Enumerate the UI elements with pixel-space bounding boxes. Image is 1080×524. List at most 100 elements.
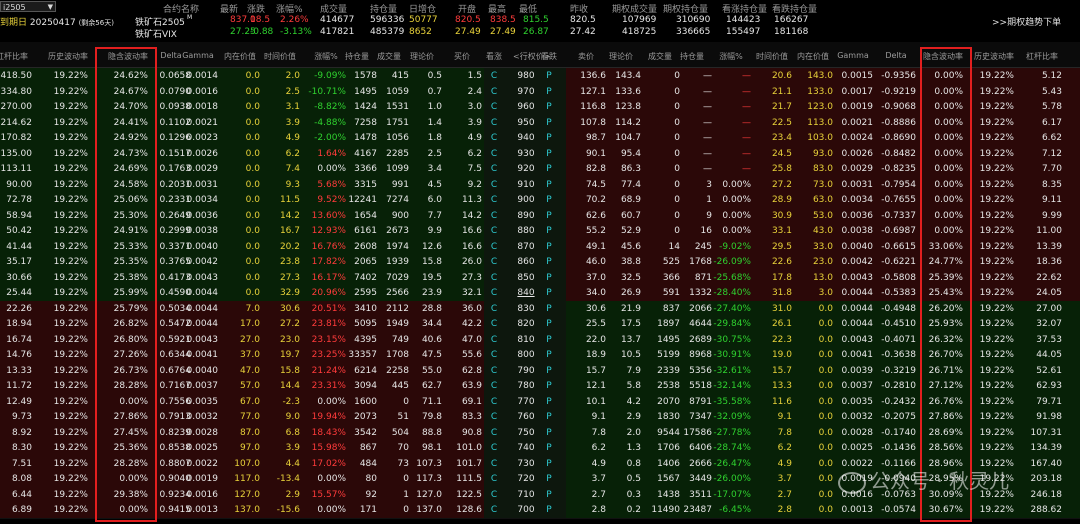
strike-price[interactable]: 770 <box>515 395 537 409</box>
strike-price[interactable]: 760 <box>515 410 537 424</box>
table-row[interactable]: 50.42 19.22% 24.91% 0.2999 0.0038 0.0 16.7 12.9… <box>0 223 1080 240</box>
column-header[interactable]: 时间价值 <box>749 51 795 62</box>
column-header[interactable]: Delta <box>873 51 919 60</box>
table-cell[interactable]: 27.3 <box>430 271 482 285</box>
strike-price[interactable]: 840 <box>515 286 537 300</box>
table-cell[interactable]: 1.5 <box>430 69 482 83</box>
strike-price[interactable]: 880 <box>515 224 537 238</box>
strike-price[interactable]: 920 <box>515 162 537 176</box>
table-row[interactable]: 11.72 19.22% 28.28% 0.7167 0.0037 57.0 14.4 23.… <box>0 378 1080 395</box>
table-row[interactable]: 113.11 19.22% 24.69% 0.1763 0.0029 0.0 7.4 0.00… <box>0 161 1080 178</box>
column-header[interactable]: 涨幅% <box>708 51 754 62</box>
table-cell[interactable]: 69.1 <box>430 395 482 409</box>
strike-price[interactable]: 890 <box>515 209 537 223</box>
column-header[interactable]: 时间价值 <box>257 51 303 62</box>
table-cell[interactable]: 6.2 <box>430 147 482 161</box>
table-cell[interactable]: 128.6 <box>430 503 482 517</box>
table-cell[interactable]: 55.6 <box>430 348 482 362</box>
strike-price[interactable]: 700 <box>515 503 537 517</box>
column-header[interactable]: 看涨 <box>481 51 507 62</box>
strike-price[interactable]: 860 <box>515 255 537 269</box>
option-trend-order-button[interactable]: >>期权趋势下单 <box>992 15 1061 28</box>
table-row[interactable]: 18.94 19.22% 26.82% 0.5472 0.0044 17.0 27.2 23.… <box>0 316 1080 333</box>
table-row[interactable]: 135.00 19.22% 24.73% 0.1517 0.0026 0.0 6.2 1.64… <box>0 145 1080 162</box>
table-cell[interactable]: 26.0 <box>430 255 482 269</box>
table-row[interactable]: 41.44 19.22% 25.33% 0.3371 0.0040 0.0 20.2 16.7… <box>0 238 1080 255</box>
column-header[interactable]: Gamma <box>830 51 876 60</box>
strike-price[interactable]: 780 <box>515 379 537 393</box>
strike-price[interactable]: 830 <box>515 302 537 316</box>
table-row[interactable]: 90.00 19.22% 24.58% 0.2031 0.0031 0.0 9.3 5.68%… <box>0 176 1080 193</box>
strike-price[interactable]: 750 <box>515 426 537 440</box>
table-cell[interactable]: 7.5 <box>430 162 482 176</box>
table-cell[interactable]: 3.9 <box>430 116 482 130</box>
table-cell[interactable]: 16.6 <box>430 224 482 238</box>
table-row[interactable]: 170.82 19.22% 24.92% 0.1296 0.0023 0.0 4.9 -2.0… <box>0 130 1080 147</box>
table-cell[interactable]: 101.7 <box>430 457 482 471</box>
strike-price[interactable]: 960 <box>515 100 537 114</box>
strike-price[interactable]: 970 <box>515 85 537 99</box>
table-row[interactable]: 35.17 19.22% 25.35% 0.3765 0.0042 0.0 23.8 17.8… <box>0 254 1080 271</box>
strike-price[interactable]: 930 <box>515 147 537 161</box>
table-row[interactable]: 8.30 19.22% 25.36% 0.8538 0.0025 97.0 3.9 15.98… <box>0 440 1080 457</box>
table-row[interactable]: 9.73 19.22% 27.86% 0.7913 0.0032 77.0 9.0 19.94… <box>0 409 1080 426</box>
strike-price[interactable]: 790 <box>515 364 537 378</box>
table-row[interactable]: 72.78 19.22% 25.06% 0.2331 0.0034 0.0 11.5 9.52… <box>0 192 1080 209</box>
table-cell[interactable]: 90.8 <box>430 426 482 440</box>
strike-price[interactable]: 870 <box>515 240 537 254</box>
table-cell[interactable]: 3.0 <box>430 100 482 114</box>
table-cell[interactable]: 4.9 <box>430 131 482 145</box>
column-header[interactable]: 历史波动率 <box>971 51 1017 62</box>
strike-price[interactable]: 980 <box>515 69 537 83</box>
table-row[interactable]: 58.94 19.22% 25.30% 0.2649 0.0036 0.0 14.2 13.6… <box>0 207 1080 224</box>
table-row[interactable]: 16.74 19.22% 26.80% 0.5921 0.0043 27.0 23.0 23.… <box>0 331 1080 348</box>
strike-price[interactable]: 910 <box>515 178 537 192</box>
table-cell[interactable]: 32.1 <box>430 286 482 300</box>
column-header[interactable]: 买价 <box>439 51 485 62</box>
table-row[interactable]: 270.00 19.22% 24.70% 0.0938 0.0018 0.0 3.1 -8.8… <box>0 99 1080 116</box>
table-cell[interactable]: 47.0 <box>430 333 482 347</box>
column-header[interactable]: Gamma <box>175 51 221 60</box>
table-row[interactable]: 12.49 19.22% 0.00% 0.7556 0.0035 67.0 -2.3 0.00… <box>0 393 1080 410</box>
strike-price[interactable]: 820 <box>515 317 537 331</box>
strike-price[interactable]: 950 <box>515 116 537 130</box>
strike-price[interactable]: 740 <box>515 441 537 455</box>
table-row[interactable]: 30.66 19.22% 25.38% 0.4173 0.0043 0.0 27.3 16.1… <box>0 269 1080 286</box>
table-cell[interactable]: 9.2 <box>430 178 482 192</box>
table-cell[interactable]: 62.8 <box>430 364 482 378</box>
instrument-select[interactable]: i2505 ▼ <box>0 1 56 12</box>
table-cell[interactable]: 111.5 <box>430 472 482 486</box>
strike-price[interactable]: 850 <box>515 271 537 285</box>
table-cell[interactable]: 63.9 <box>430 379 482 393</box>
column-header[interactable]: 隐含波动率 <box>105 51 151 62</box>
table-cell[interactable]: 36.0 <box>430 302 482 316</box>
strike-price[interactable]: 730 <box>515 457 537 471</box>
strike-price[interactable]: 720 <box>515 472 537 486</box>
strike-price[interactable]: 810 <box>515 333 537 347</box>
table-row[interactable]: 334.80 19.22% 24.67% 0.0790 0.0016 0.0 2.5 -10.… <box>0 83 1080 100</box>
table-row[interactable]: 6.89 19.22% 0.00% 0.9415 0.0013 137.0 -15.6 0.0… <box>0 502 1080 519</box>
table-row[interactable]: 14.76 19.22% 27.26% 0.6344 0.0041 37.0 19.7 23.… <box>0 347 1080 364</box>
column-header[interactable]: 看跌 <box>536 51 562 62</box>
strike-price[interactable]: 800 <box>515 348 537 362</box>
table-cell[interactable]: 101.0 <box>430 441 482 455</box>
strike-price[interactable]: 900 <box>515 193 537 207</box>
table-cell[interactable]: 16.6 <box>430 240 482 254</box>
column-header[interactable]: 杠杆比率 <box>0 51 35 62</box>
table-cell[interactable]: 11.3 <box>430 193 482 207</box>
strike-price[interactable]: 940 <box>515 131 537 145</box>
table-cell[interactable]: 2.4 <box>430 85 482 99</box>
column-header[interactable]: 隐含波动率 <box>920 51 966 62</box>
table-cell[interactable]: 122.5 <box>430 488 482 502</box>
table-row[interactable]: 418.50 19.22% 24.62% 0.0658 0.0014 0.0 2.0 -9.0… <box>0 68 1080 85</box>
column-header[interactable]: 杠杆比率 <box>1019 51 1065 62</box>
table-row[interactable]: 8.92 19.22% 27.45% 0.8239 0.0028 87.0 6.8 18.43… <box>0 424 1080 441</box>
table-row[interactable]: 25.44 19.22% 25.99% 0.4590 0.0044 0.0 32.9 20.9… <box>0 285 1080 302</box>
table-row[interactable]: 22.26 19.22% 25.79% 0.5034 0.0044 7.0 30.6 20.5… <box>0 300 1080 317</box>
table-cell[interactable]: 83.3 <box>430 410 482 424</box>
table-cell[interactable]: 14.2 <box>430 209 482 223</box>
table-cell[interactable]: 42.2 <box>430 317 482 331</box>
strike-price[interactable]: 710 <box>515 488 537 502</box>
table-row[interactable]: 13.33 19.22% 26.73% 0.6764 0.0040 47.0 15.8 21.… <box>0 362 1080 379</box>
column-header[interactable]: 历史波动率 <box>45 51 91 62</box>
